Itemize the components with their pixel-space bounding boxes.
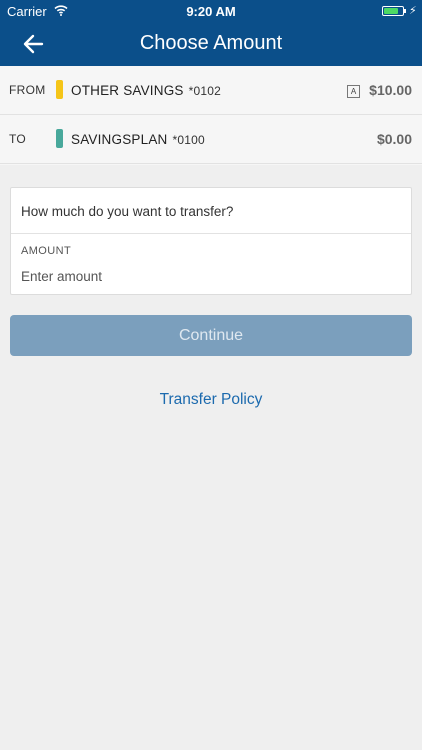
from-account-number: *0102 (188, 84, 221, 98)
status-bar: Carrier 9:20 AM ⚡ (0, 0, 422, 22)
to-account-name: SAVINGSPLAN *0100 (71, 132, 205, 147)
to-account-row[interactable]: TO SAVINGSPLAN *0100 $0.00 (0, 115, 422, 164)
amount-input[interactable] (21, 266, 401, 286)
account-selection: FROM OTHER SAVINGS *0102 A $10.00 TO SAVI… (0, 66, 422, 165)
bolt-icon: ⚡ (409, 5, 417, 17)
transfer-policy-link[interactable]: Transfer Policy (0, 391, 422, 409)
from-account-balance: $10.00 (369, 82, 412, 98)
from-account-color-bar (56, 80, 63, 99)
transfer-amount-card: How much do you want to transfer? AMOUNT (10, 187, 412, 295)
battery-icon (382, 6, 406, 16)
navigation-bar: Choose Amount (0, 22, 422, 66)
account-badge-icon: A (347, 85, 360, 98)
card-divider (11, 233, 411, 234)
page-title: Choose Amount (139, 32, 283, 54)
from-label: FROM (9, 83, 46, 97)
to-label: TO (9, 132, 27, 146)
to-account-color-bar (56, 129, 63, 148)
to-account-number: *0100 (172, 133, 205, 147)
transfer-question: How much do you want to transfer? (21, 204, 234, 219)
continue-button[interactable]: Continue (10, 315, 412, 356)
from-account-name: OTHER SAVINGS *0102 (71, 83, 221, 98)
from-account-row[interactable]: FROM OTHER SAVINGS *0102 A $10.00 (0, 66, 422, 115)
status-time: 9:20 AM (186, 4, 236, 19)
battery-level-fill (384, 8, 398, 14)
to-account-balance: $0.00 (376, 131, 412, 147)
amount-label: AMOUNT (21, 245, 72, 257)
